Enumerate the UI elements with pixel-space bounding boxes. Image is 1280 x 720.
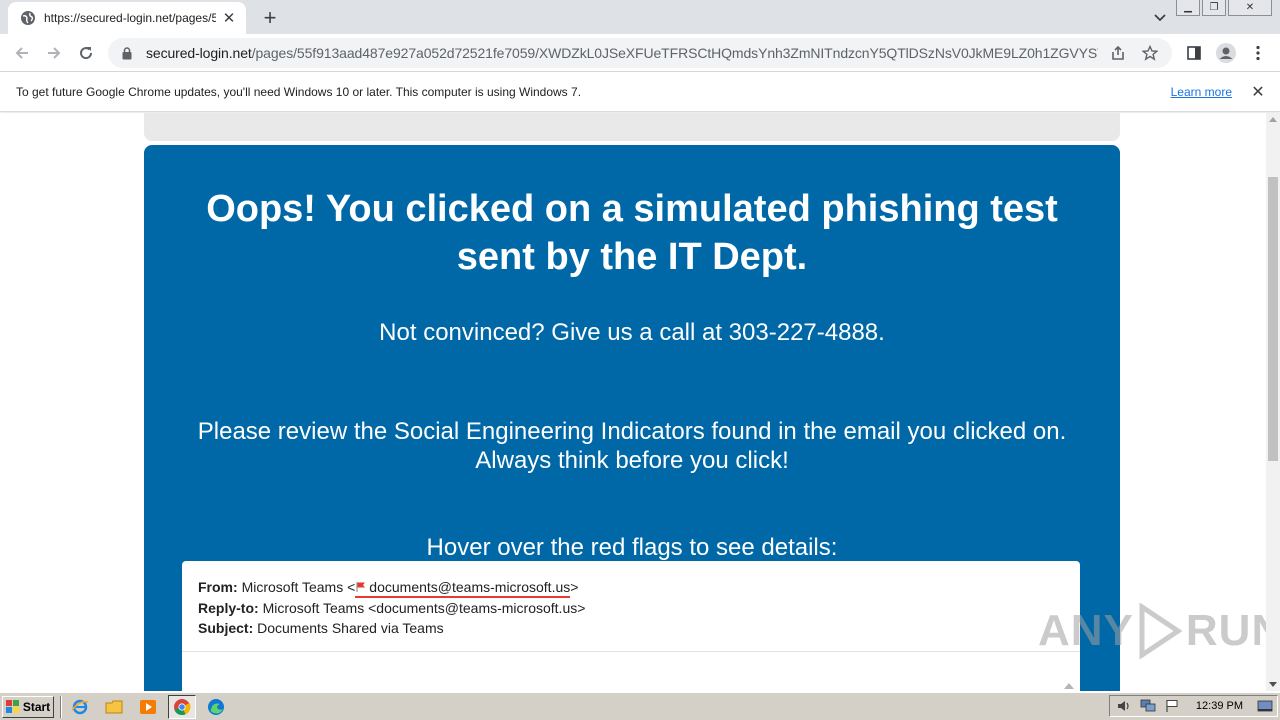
- windows-taskbar: Start 12:39 PM: [0, 692, 1280, 720]
- review-line-2: Always think before you click!: [475, 447, 789, 474]
- subject-value: Documents Shared via Teams: [257, 620, 444, 636]
- update-infobar: To get future Google Chrome updates, you…: [0, 72, 1280, 112]
- profile-avatar-icon[interactable]: [1214, 41, 1238, 65]
- call-text: Not convinced? Give us a call at 303-227…: [379, 319, 885, 346]
- learn-more-link[interactable]: Learn more: [1171, 85, 1232, 99]
- page-scrollbar[interactable]: [1266, 113, 1280, 691]
- email-scroll-up-icon[interactable]: [1064, 683, 1074, 689]
- back-button[interactable]: [10, 41, 34, 65]
- volume-icon[interactable]: [1116, 698, 1132, 714]
- forward-button[interactable]: [42, 41, 66, 65]
- previous-section-card: [144, 113, 1120, 141]
- email-replyto-row: Reply-to: Microsoft Teams <documents@tea…: [198, 598, 1080, 618]
- anyrun-watermark-logo: ANY RUN: [1038, 603, 1266, 659]
- page-title: Oops! You clicked on a simulated phishin…: [206, 188, 1058, 278]
- email-subject-row: Subject: Documents Shared via Teams: [198, 618, 1080, 638]
- reload-button[interactable]: [74, 41, 98, 65]
- email-divider: [182, 651, 1080, 652]
- minimize-button[interactable]: ▁: [1176, 0, 1200, 16]
- menu-kebab-icon[interactable]: [1246, 41, 1270, 65]
- close-window-button[interactable]: ✕: [1228, 0, 1272, 16]
- media-player-icon[interactable]: [134, 695, 162, 719]
- scroll-down-arrow-icon[interactable]: [1269, 682, 1277, 687]
- from-close: >: [570, 579, 579, 595]
- url-host: secured-login.net: [146, 45, 252, 61]
- url-text[interactable]: secured-login.net/pages/55f913aad487e927…: [146, 45, 1098, 61]
- system-tray: 12:39 PM: [1108, 695, 1278, 717]
- tab-title: https://secured-login.net/pages/55f913aa…: [44, 11, 216, 25]
- ie-icon[interactable]: [66, 695, 94, 719]
- side-panel-icon[interactable]: [1182, 41, 1206, 65]
- url-path: /pages/55f913aad487e927a052d72521fe7059/…: [251, 45, 1098, 61]
- address-bar[interactable]: secured-login.net/pages/55f913aad487e927…: [108, 38, 1172, 68]
- action-center-flag-icon[interactable]: [1164, 698, 1180, 714]
- phishing-notice-card: Oops! You clicked on a simulated phishin…: [144, 145, 1120, 691]
- lock-icon[interactable]: [120, 46, 134, 60]
- restore-button[interactable]: ❐: [1202, 0, 1226, 16]
- review-line-1: Please review the Social Engineering Ind…: [197, 418, 1067, 445]
- globe-icon: [20, 10, 36, 26]
- subject-label: Subject:: [198, 620, 254, 636]
- email-from-row: From: Microsoft Teams < documents@teams-m…: [198, 577, 1080, 598]
- share-icon[interactable]: [1106, 41, 1130, 65]
- explorer-icon[interactable]: [100, 695, 128, 719]
- red-flag-icon[interactable]: [355, 581, 367, 593]
- review-text: Please review the Social Engineering Ind…: [164, 417, 1100, 475]
- red-flag-from-address[interactable]: documents@teams-microsoft.us: [355, 579, 571, 598]
- new-tab-button[interactable]: +: [258, 6, 282, 30]
- replyto-value: Microsoft Teams <documents@teams-microso…: [262, 600, 586, 616]
- scrollbar-thumb[interactable]: [1268, 177, 1278, 461]
- network-icon[interactable]: [1140, 698, 1156, 714]
- browser-tab[interactable]: https://secured-login.net/pages/55f913aa…: [8, 2, 246, 34]
- tab-close-icon[interactable]: ✕: [220, 9, 238, 27]
- tab-search-chevron-icon[interactable]: [1150, 8, 1170, 28]
- tab-strip: https://secured-login.net/pages/55f913aa…: [0, 0, 1280, 34]
- taskbar-separator: [60, 695, 62, 718]
- from-name: Microsoft Teams <: [241, 579, 356, 595]
- watermark-play-icon: [1139, 603, 1182, 659]
- chrome-icon[interactable]: [168, 694, 196, 719]
- infobar-message: To get future Google Chrome updates, you…: [16, 84, 582, 99]
- from-label: From:: [198, 579, 238, 595]
- watermark-text-right: RUN: [1185, 606, 1266, 655]
- window-controls: ▁ ❐ ✕: [1176, 0, 1272, 16]
- infobar-close-icon[interactable]: ✕: [1248, 82, 1268, 102]
- scroll-up-arrow-icon[interactable]: [1269, 117, 1277, 122]
- page-viewport: Oops! You clicked on a simulated phishin…: [0, 113, 1266, 691]
- browser-toolbar: secured-login.net/pages/55f913aad487e927…: [0, 34, 1280, 72]
- hover-instructions: Hover over the red flags to see details:: [426, 534, 838, 561]
- start-label: Start: [22, 699, 51, 714]
- taskbar-clock[interactable]: 12:39 PM: [1196, 700, 1243, 712]
- windows-logo-icon: [5, 699, 19, 713]
- replyto-label: Reply-to:: [198, 600, 259, 616]
- from-address: documents@teams-microsoft.us: [369, 579, 571, 595]
- show-desktop-icon[interactable]: [1257, 698, 1273, 714]
- bookmark-star-icon[interactable]: [1138, 41, 1162, 65]
- edge-icon[interactable]: [202, 695, 230, 719]
- email-preview: From: Microsoft Teams < documents@teams-m…: [182, 561, 1080, 691]
- email-header: From: Microsoft Teams < documents@teams-m…: [182, 561, 1080, 638]
- watermark-text-left: ANY: [1038, 606, 1134, 655]
- start-button[interactable]: Start: [2, 695, 54, 718]
